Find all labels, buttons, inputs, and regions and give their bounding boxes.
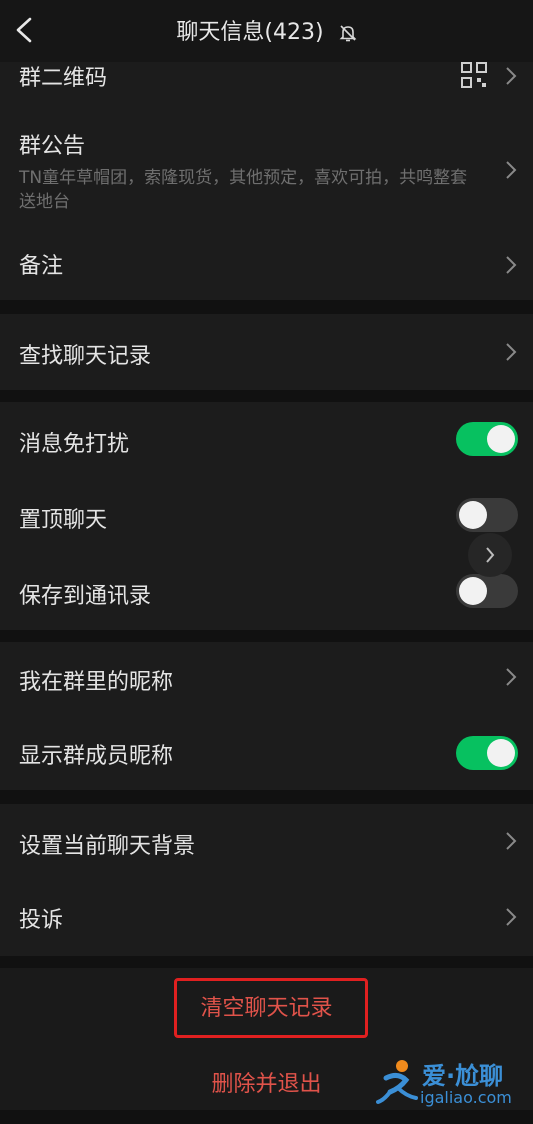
mute-row: 消息免打扰	[0, 402, 533, 478]
complain-chevron-icon	[506, 908, 517, 926]
watermark-url: igaliao.com	[420, 1088, 512, 1107]
mute-toggle[interactable]	[456, 422, 518, 456]
search-history-row[interactable]: 查找聊天记录	[0, 314, 533, 390]
toggle-knob	[487, 425, 515, 453]
save-contacts-label: 保存到通讯录	[19, 584, 152, 609]
chat-background-row[interactable]: 设置当前聊天背景	[0, 804, 533, 880]
sticky-row: 置顶聊天	[0, 478, 533, 554]
complain-label: 投诉	[19, 908, 64, 933]
my-nickname-row[interactable]: 我在群里的昵称	[0, 642, 533, 716]
show-nicknames-toggle[interactable]	[456, 736, 518, 770]
chat-background-label: 设置当前聊天背景	[19, 834, 196, 859]
sticky-label: 置顶聊天	[19, 508, 108, 533]
announcement-row[interactable]: 群公告 TN童年草帽团，索隆现货，其他预定，喜欢可拍，共鸣整套送地台	[0, 124, 533, 224]
toggle-knob	[459, 577, 487, 605]
chat-settings-section: 消息免打扰 置顶聊天 保存到通讯录	[0, 402, 533, 630]
misc-section: 设置当前聊天背景 投诉	[0, 804, 533, 956]
background-chevron-icon	[506, 832, 517, 850]
remark-chevron-icon	[506, 256, 517, 274]
bell-off-icon	[339, 25, 357, 42]
save-contacts-toggle[interactable]	[456, 574, 518, 608]
sticky-toggle[interactable]	[456, 498, 518, 532]
remark-label: 备注	[19, 254, 64, 279]
show-nicknames-row: 显示群成员昵称	[0, 716, 533, 790]
complain-row[interactable]: 投诉	[0, 880, 533, 956]
mute-label: 消息免打扰	[19, 432, 130, 457]
qr-code-label: 群二维码	[19, 66, 108, 91]
watermark-figure-icon	[376, 1060, 418, 1104]
watermark-logo: 爱·尬聊 igaliao.com	[376, 1054, 526, 1114]
search-chevron-icon	[506, 343, 517, 361]
group-info-section: 群二维码 群公告 TN童年草帽团，索隆现货，其他预定，喜欢可拍，共鸣整套送地台 …	[0, 62, 533, 300]
title-bar: 聊天信息(423)	[0, 0, 533, 62]
announcement-label: 群公告	[19, 134, 86, 159]
highlight-annotation-box	[174, 978, 368, 1038]
my-nickname-label: 我在群里的昵称	[19, 670, 174, 695]
toggle-knob	[459, 501, 487, 529]
qr-code-icon	[461, 62, 487, 88]
remark-row[interactable]: 备注	[0, 232, 533, 292]
page-title: 聊天信息(423)	[176, 20, 324, 45]
watermark-title: 爱·尬聊	[422, 1062, 504, 1090]
page-title-group: 聊天信息(423)	[0, 14, 533, 46]
chevron-right-icon	[486, 547, 495, 563]
save-contacts-row: 保存到通讯录	[0, 554, 533, 630]
announcement-text: TN童年草帽团，索隆现货，其他预定，喜欢可拍，共鸣整套送地台	[19, 168, 468, 212]
search-history-label: 查找聊天记录	[19, 344, 152, 369]
my-nickname-chevron-icon	[506, 668, 517, 686]
toggle-knob	[487, 739, 515, 767]
nickname-section: 我在群里的昵称 显示群成员昵称	[0, 642, 533, 790]
show-nicknames-label: 显示群成员昵称	[19, 744, 174, 769]
qr-chevron-icon	[506, 67, 517, 85]
qr-code-row[interactable]: 群二维码	[0, 62, 533, 91]
announcement-chevron-icon	[506, 161, 517, 179]
search-section: 查找聊天记录	[0, 314, 533, 390]
floating-expand-button[interactable]	[468, 533, 512, 577]
